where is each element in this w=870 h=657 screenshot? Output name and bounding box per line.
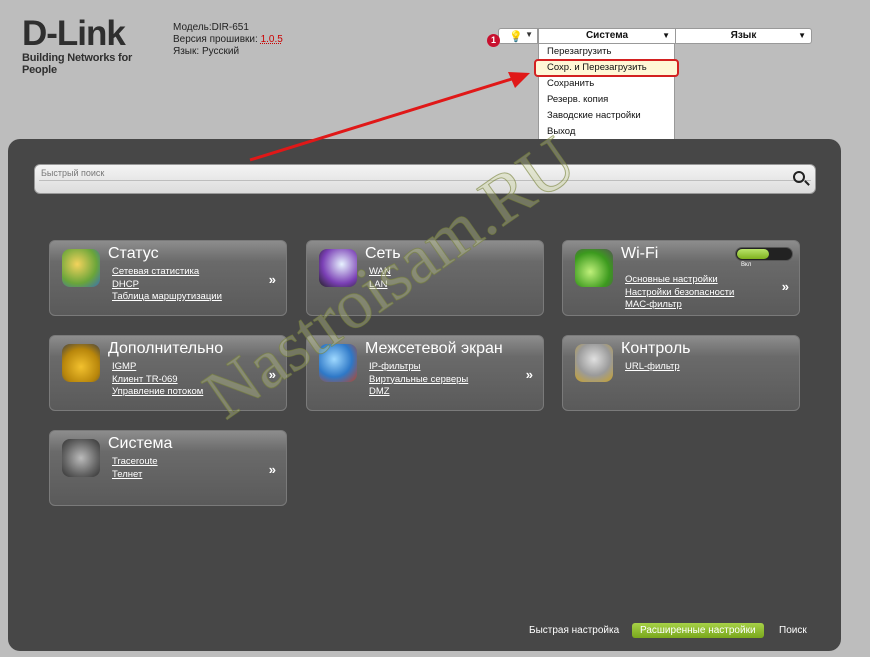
arrow-shaft (249, 76, 516, 162)
annotation-arrow-icon (249, 72, 530, 162)
